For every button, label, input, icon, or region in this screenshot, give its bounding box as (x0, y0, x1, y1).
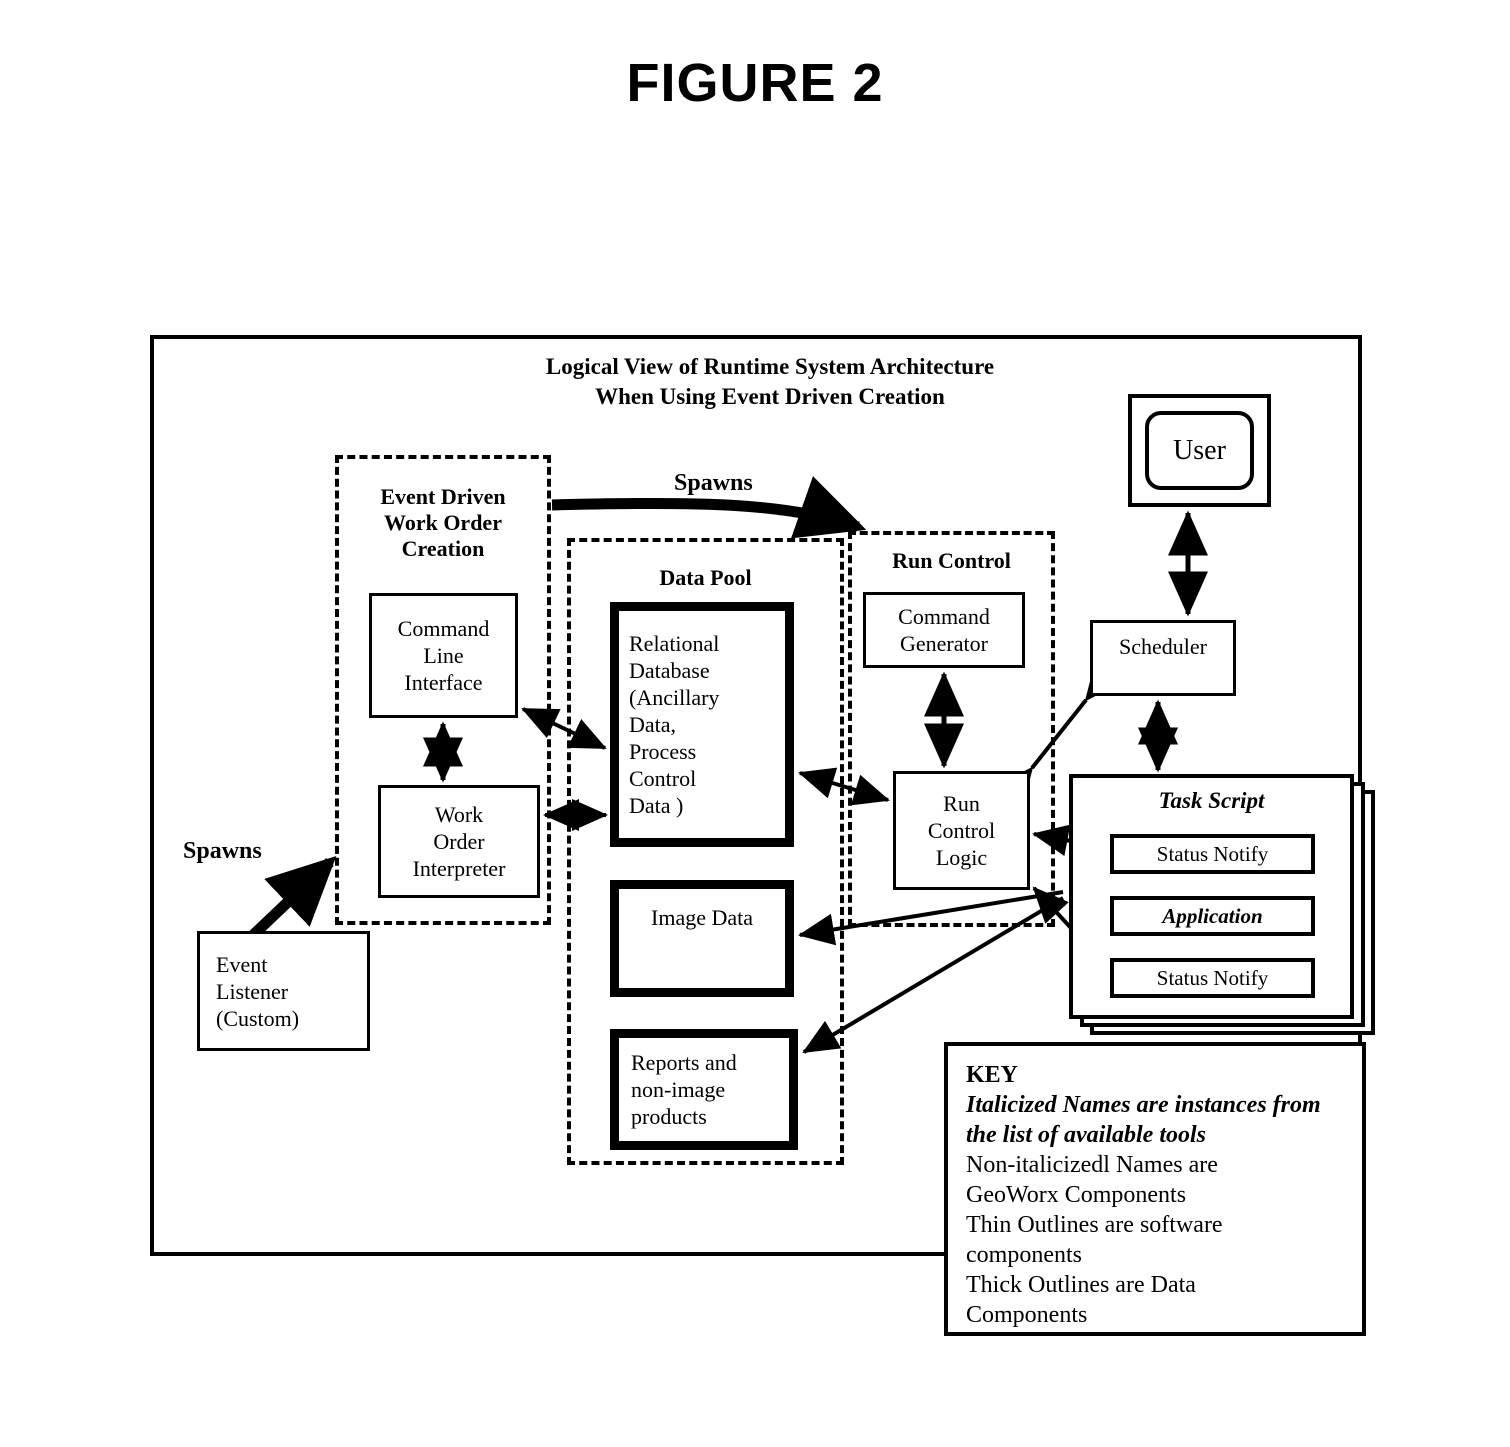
box-command-generator[interactable]: Command Generator (863, 592, 1025, 668)
box-label-line: (Custom) (216, 1005, 300, 1031)
key-line: Italicized Names are instances from (966, 1092, 1321, 1118)
label-spawns-top: Spawns (674, 470, 753, 496)
key-line: Thin Outlines are software (966, 1212, 1223, 1238)
box-label-line: Relational (629, 631, 720, 656)
box-label-line: Interface (404, 670, 483, 695)
key-legend: KEY Italicized Names are instances from … (944, 1042, 1366, 1336)
box-label-line: Reports and (631, 1050, 737, 1075)
key-line: GeoWorx Components (966, 1182, 1187, 1208)
group-label-data-pool: Data Pool (659, 565, 752, 590)
box-image-data[interactable]: Image Data (610, 880, 794, 997)
box-user[interactable]: User (1145, 411, 1254, 490)
box-label-line: Image Data (651, 905, 753, 930)
task-script-slot-status-notify-bottom[interactable]: Status Notify (1110, 958, 1315, 998)
task-script-slot-status-notify-top[interactable]: Status Notify (1110, 834, 1315, 874)
box-relational-database[interactable]: Relational Database (Ancillary Data, Pro… (610, 602, 794, 847)
label-line: Event Driven (380, 484, 506, 509)
box-label-line: Order (433, 829, 485, 854)
box-label-line: Command (397, 616, 490, 641)
box-label-line: Data, (629, 712, 677, 737)
box-label-line: Data ) (629, 793, 684, 818)
task-script-slot-application[interactable]: Application (1110, 896, 1315, 936)
group-label-event-driven-work-order-creation: Event Driven Work Order Creation (335, 484, 551, 562)
box-label-line: Process (629, 739, 697, 764)
key-line: Thick Outlines are Data (966, 1272, 1196, 1298)
key-line: components (966, 1242, 1082, 1268)
label-spawns-left: Spawns (183, 838, 262, 864)
diagram-heading: Logical View of Runtime System Architect… (420, 352, 1120, 412)
box-label-line: Control (927, 818, 996, 843)
box-label-line: Event (216, 951, 268, 977)
box-run-control-logic[interactable]: Run Control Logic (893, 771, 1030, 890)
label-line: Creation (401, 536, 485, 561)
key-heading: KEY (966, 1062, 1019, 1088)
box-label-line: Run (943, 791, 980, 816)
box-label-line: products (631, 1104, 707, 1129)
group-label-run-control: Run Control (892, 548, 1011, 573)
diagram-heading-line-2: When Using Event Driven Creation (595, 384, 945, 409)
box-label-line: (Ancillary (629, 685, 720, 710)
task-script-title: Task Script (1158, 788, 1265, 813)
box-label-line: Generator (900, 631, 988, 656)
box-label-line: Work (434, 802, 484, 827)
box-work-order-interpreter[interactable]: Work Order Interpreter (378, 785, 540, 898)
key-line: Components (966, 1302, 1088, 1328)
box-label-line: Line (423, 643, 464, 668)
box-label-line: non-image (631, 1077, 726, 1102)
box-label-line: Control (629, 766, 697, 791)
box-label-line: Listener (216, 978, 289, 1004)
key-line: the list of available tools (966, 1122, 1206, 1148)
box-label-line: Logic (935, 845, 988, 870)
box-event-listener[interactable]: Event Listener (Custom) (197, 931, 370, 1051)
diagram-heading-line-1: Logical View of Runtime System Architect… (545, 354, 995, 379)
box-label-line: Database (629, 658, 710, 683)
box-command-line-interface[interactable]: Command Line Interface (369, 593, 518, 718)
box-label-line: Scheduler (1119, 633, 1207, 659)
box-label-line: Command (898, 604, 990, 629)
box-reports-and-non-image-products[interactable]: Reports and non-image products (610, 1029, 798, 1150)
label-line: Work Order (384, 510, 502, 535)
box-label-line: Interpreter (412, 856, 506, 881)
figure-title: FIGURE 2 (626, 53, 884, 113)
key-line: Non-italicizedl Names are (966, 1152, 1218, 1178)
box-scheduler[interactable]: Scheduler (1090, 620, 1236, 696)
